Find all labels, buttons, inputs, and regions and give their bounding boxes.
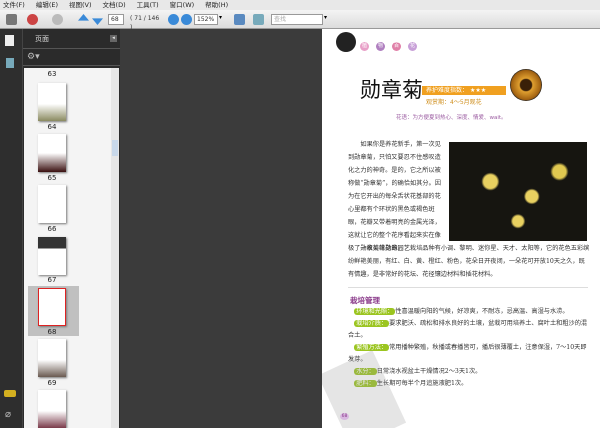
print-icon[interactable] xyxy=(6,14,17,25)
thumbnail-page-69[interactable] xyxy=(38,339,66,377)
page-count: ( 71 / 146 ) xyxy=(130,15,160,31)
header-circles: 植 物 百 花 xyxy=(360,42,417,51)
menu-edit[interactable]: 编辑(E) xyxy=(36,0,58,10)
thumbnail-label: 68 xyxy=(47,328,57,336)
thumbnail-page-70[interactable] xyxy=(38,390,66,428)
difficulty-label: 养护难度指数： xyxy=(426,87,469,94)
zoom-dropdown-icon[interactable]: ▾ xyxy=(219,14,225,25)
header-circle: 百 xyxy=(392,42,401,51)
menu-document[interactable]: 文档(D) xyxy=(103,0,126,10)
collaborate-icon[interactable] xyxy=(52,14,63,25)
search-input[interactable]: 查找 xyxy=(271,14,323,25)
previous-page-icon[interactable] xyxy=(78,14,89,21)
care-text: 生长期可每半个月追施液肥1次。 xyxy=(376,380,468,387)
thumbnail-label: 69 xyxy=(47,379,57,387)
care-tag: 栽培介质： xyxy=(354,320,390,327)
header-circle: 物 xyxy=(376,42,385,51)
difficulty-bar: 养护难度指数： ★★★ xyxy=(422,86,506,95)
document-background xyxy=(120,29,322,428)
thumbnail-label: 65 xyxy=(47,174,57,182)
search-dropdown-icon[interactable]: ▾ xyxy=(324,14,330,25)
toolbar: 68 ( 71 / 146 ) 152% ▾ 查找 ▾ xyxy=(0,10,600,31)
care-text: 性喜温暖向阳的气候，好凉爽，不耐冻，忌高温、高湿与水涝。 xyxy=(395,308,569,315)
flower-language: 花语：为方便夏到热心、深度、情爱、wait。 xyxy=(396,115,507,121)
document-page: 植 物 百 花 勋章菊 养护难度指数： ★★★ 观赏期：4～5月观花 花语：为方… xyxy=(322,29,600,428)
thumbnail-page-66[interactable] xyxy=(38,185,66,223)
care-item: 栽培介质： 要求肥沃、疏松和排水良好的土壤，盆栽可用培养土、腐叶土和粗沙的混合土。 xyxy=(348,318,590,342)
decorative-flower-image xyxy=(336,32,356,52)
thumbnail-page-65[interactable] xyxy=(38,134,66,172)
zoom-in-icon[interactable] xyxy=(181,14,192,25)
care-text: 日常浇水视盆土干燥情况2～3天1次。 xyxy=(376,368,482,375)
panel-menu-icon[interactable]: ◂ xyxy=(110,35,117,42)
page-number: 68 xyxy=(340,413,349,420)
care-title: 栽培管理 xyxy=(350,296,380,305)
thumbnail-label: 64 xyxy=(47,123,57,131)
menu-window[interactable]: 窗口(W) xyxy=(170,0,195,10)
zoom-out-icon[interactable] xyxy=(168,14,179,25)
page-number-input[interactable]: 68 xyxy=(108,14,124,25)
comments-icon[interactable] xyxy=(4,390,16,397)
thumbnail-label: 66 xyxy=(47,225,57,233)
difficulty-stars: ★★★ xyxy=(469,87,487,94)
zoom-input[interactable]: 152% xyxy=(194,14,218,25)
attachments-icon[interactable]: ⌀ xyxy=(5,409,11,420)
header-circle: 花 xyxy=(408,42,417,51)
layers-icon[interactable] xyxy=(6,58,14,68)
navigation-bar: ⌀ xyxy=(0,29,22,428)
fit-width-icon[interactable] xyxy=(253,14,264,25)
header-circle: 植 xyxy=(360,42,369,51)
viewing-period: 观赏期：4～5月观花 xyxy=(426,99,482,106)
separator xyxy=(348,287,588,288)
menu-help[interactable]: 帮助(H) xyxy=(205,0,228,10)
menu-file[interactable]: 文件(F) xyxy=(3,0,25,10)
thumbnail-page-68[interactable] xyxy=(38,288,66,326)
care-tag: 环境和光照： xyxy=(354,308,396,315)
fit-page-icon[interactable] xyxy=(234,14,245,25)
menu-tools[interactable]: 工具(T) xyxy=(137,0,159,10)
thumbnail-list: 63 64 65 66 67 68 69 xyxy=(24,68,119,428)
thumbnail-page-67[interactable] xyxy=(38,237,66,275)
care-item: 环境和光照： 性喜温暖向阳的气候，好凉爽，不耐冻，忌高温、高湿与水涝。 xyxy=(348,306,590,318)
gazania-photo xyxy=(449,142,587,241)
paragraph-1: 如果你是养花新手，第一次见到勋章菊，只怕又要忍不住感叹造化之力的神奇。是的，它之… xyxy=(348,141,441,252)
care-item: 繁殖方法： 常用播种繁殖，秋播或春播皆可，播后很薄覆土，注意保湿，7～10天即发芽… xyxy=(348,342,590,366)
next-page-icon[interactable] xyxy=(92,18,103,25)
pages-icon[interactable] xyxy=(5,35,14,46)
options-gear-icon[interactable]: ⚙▾ xyxy=(27,52,40,62)
pages-panel: 页面 ◂ ⚙▾ 63 64 65 66 67 68 69 xyxy=(22,29,120,428)
flower-circle-image xyxy=(510,69,542,101)
paragraph-2: 勋章菊常见的园艺栽培品种有小调、黎明、迷你星、天才、太阳等，它的花色五彩缤纷鲜艳… xyxy=(348,245,590,278)
scrollbar-thumb[interactable] xyxy=(112,140,118,156)
article-title: 勋章菊 xyxy=(360,78,423,102)
thumbnail-label: 63 xyxy=(47,70,57,78)
create-pdf-icon[interactable] xyxy=(27,14,38,25)
panel-title: 页面 xyxy=(35,35,49,43)
thumbnail-page-64[interactable] xyxy=(38,83,66,121)
menu-view[interactable]: 视图(V) xyxy=(69,0,92,10)
menu-bar: 文件(F) 编辑(E) 视图(V) 文档(D) 工具(T) 窗口(W) 帮助(H… xyxy=(0,0,600,10)
thumbnail-label: 67 xyxy=(47,276,57,284)
thumbnail-scrollbar[interactable] xyxy=(111,68,119,428)
